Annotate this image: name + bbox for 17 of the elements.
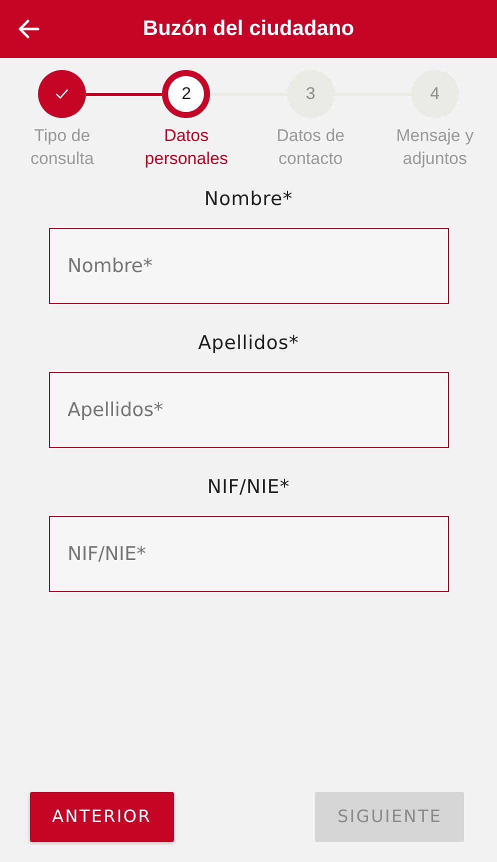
step-label: Datos de contacto: [276, 125, 346, 170]
field-label: NIF/NIE*: [207, 476, 290, 498]
input-field[interactable]: Nombre*: [48, 228, 448, 304]
step-number: 2: [182, 84, 192, 104]
step-label: Tipo de consulta: [29, 125, 95, 170]
field-label: Apellidos*: [198, 332, 299, 354]
screen-title: Buzón del ciudadano: [142, 17, 354, 41]
step-label: Mensaje y adjuntos: [395, 125, 475, 170]
step-number: 4: [430, 84, 440, 104]
step-number: 3: [306, 84, 316, 104]
input-field[interactable]: Apellidos*: [48, 372, 448, 448]
input-field[interactable]: NIF/NIE*: [48, 516, 448, 592]
back-arrow-icon[interactable]: [17, 17, 41, 41]
field-label: Nombre*: [204, 188, 293, 210]
step-label: Datos personales: [144, 125, 229, 170]
previous-button[interactable]: ANTERIOR: [30, 792, 174, 842]
check-icon: [55, 87, 70, 101]
